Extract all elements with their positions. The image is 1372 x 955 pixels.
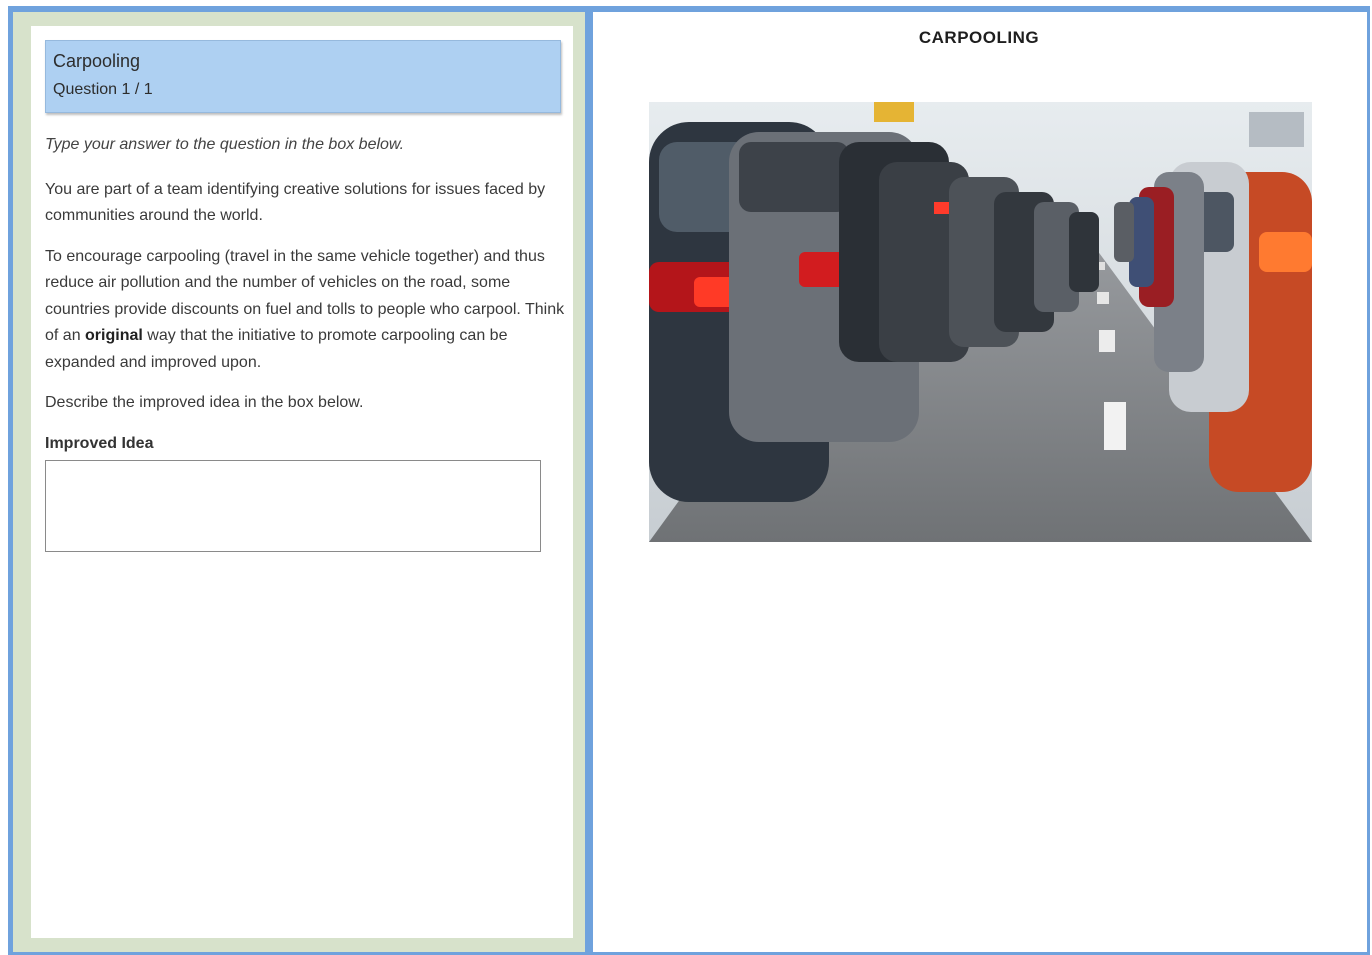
answer-textbox[interactable]	[45, 460, 541, 552]
stimulus-pane: CARPOOLING	[593, 12, 1367, 952]
question-panel: Carpooling Question 1 / 1 Type your answ…	[31, 26, 573, 938]
traffic-jam-illustration	[649, 102, 1312, 542]
question-header: Carpooling Question 1 / 1	[45, 40, 561, 113]
intro-text: You are part of a team identifying creat…	[45, 180, 546, 225]
prompt-text: To encourage carpooling (travel in the s…	[45, 244, 565, 377]
unit-title: Carpooling	[53, 51, 141, 71]
stimulus-title: CARPOOLING	[918, 28, 1040, 47]
prompt-text-bold: original	[85, 327, 143, 344]
answer-label: Improved Idea	[45, 434, 154, 452]
task-text: Describe the improved idea in the box be…	[45, 394, 364, 411]
question-counter: Question 1 / 1	[53, 81, 153, 98]
question-content: Type your answer to the question in the …	[45, 132, 565, 562]
instruction-text: Type your answer to the question in the …	[45, 136, 405, 153]
traffic-jam-photo	[649, 102, 1312, 542]
question-pane: Carpooling Question 1 / 1 Type your answ…	[11, 12, 587, 954]
